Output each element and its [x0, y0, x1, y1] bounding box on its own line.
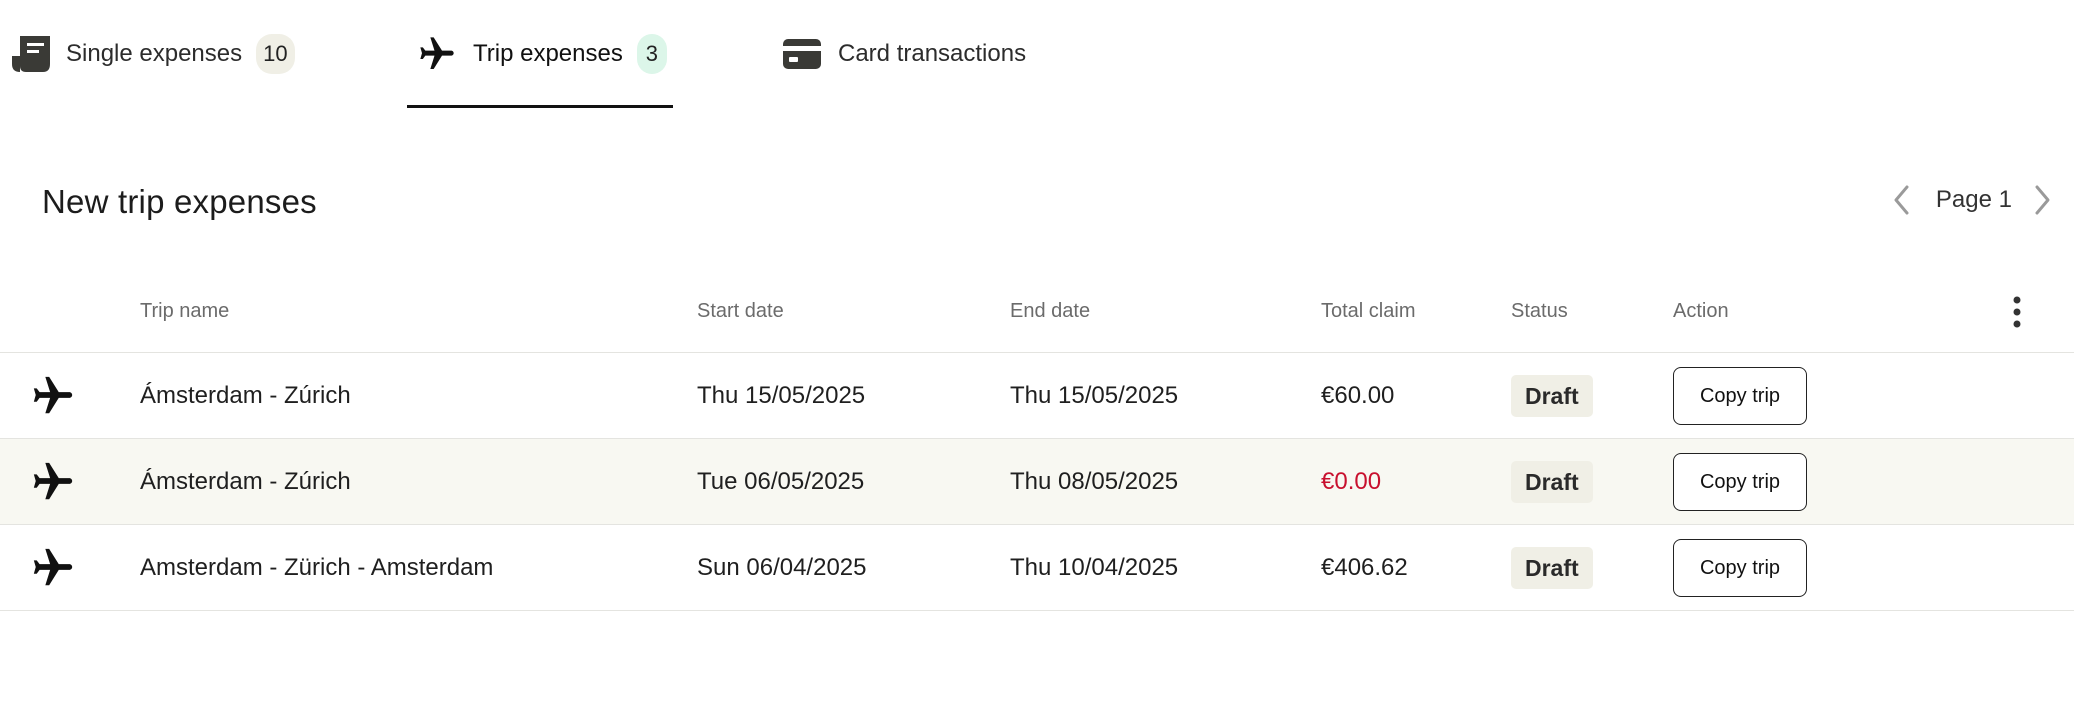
status-badge: Draft	[1511, 547, 1593, 589]
table-row[interactable]: Amsterdam - Zürich - Amsterdam Sun 06/04…	[0, 525, 2074, 611]
action-cell: Copy trip	[1673, 439, 1807, 525]
table-header: Trip name Start date End date Total clai…	[0, 270, 2074, 353]
active-tab-indicator	[407, 105, 673, 108]
tab-single-expenses[interactable]: Single expenses 10	[10, 0, 306, 108]
table-options-button[interactable]	[2000, 270, 2034, 353]
previous-page-button[interactable]	[1884, 178, 1920, 222]
copy-trip-button[interactable]: Copy trip	[1673, 453, 1807, 511]
tab-card-transactions[interactable]: Card transactions	[782, 0, 1042, 108]
column-header-action: Action	[1673, 300, 1729, 322]
receipt-icon	[10, 34, 54, 74]
column-header-trip-name: Trip name	[140, 300, 230, 322]
tab-trip-expenses[interactable]: Trip expenses 3	[407, 0, 673, 108]
total-claim: €0.00	[1321, 468, 1382, 495]
total-claim: €406.62	[1321, 554, 1408, 581]
tab-single-expenses-label: Single expenses	[66, 40, 243, 67]
chevron-left-icon	[1894, 185, 1909, 215]
trip-name: Ámsterdam - Zúrich	[140, 382, 351, 409]
end-date: Thu 08/05/2025	[1010, 468, 1179, 495]
column-header-total-claim: Total claim	[1321, 300, 1416, 322]
chevron-right-icon	[2035, 185, 2050, 215]
airplane-icon	[30, 525, 76, 611]
tab-trip-expenses-label: Trip expenses	[473, 40, 623, 67]
total-claim: €60.00	[1321, 382, 1395, 409]
start-date: Tue 06/05/2025	[697, 468, 865, 495]
status-badge: Draft	[1511, 375, 1593, 417]
status-badge: Draft	[1511, 461, 1593, 503]
trip-expenses-count-badge: 3	[636, 34, 667, 74]
page-indicator: Page 1	[1935, 186, 2012, 213]
action-cell: Copy trip	[1673, 353, 1807, 439]
trip-name: Amsterdam - Zürich - Amsterdam	[140, 554, 494, 581]
status-cell: Draft	[1511, 525, 1593, 611]
airplane-icon	[415, 34, 459, 74]
airplane-icon	[30, 439, 76, 525]
table-row[interactable]: Ámsterdam - Zúrich Thu 15/05/2025 Thu 15…	[0, 353, 2074, 439]
start-date: Sun 06/04/2025	[697, 554, 867, 581]
start-date: Thu 15/05/2025	[697, 382, 866, 409]
table-row[interactable]: Ámsterdam - Zúrich Tue 06/05/2025 Thu 08…	[0, 439, 2074, 525]
column-header-status: Status	[1511, 300, 1568, 322]
column-header-start-date: Start date	[697, 300, 784, 322]
next-page-button[interactable]	[2024, 178, 2060, 222]
airplane-icon	[30, 353, 76, 439]
page-title: New trip expenses	[42, 183, 317, 220]
credit-card-icon	[782, 37, 822, 71]
copy-trip-button[interactable]: Copy trip	[1673, 539, 1807, 597]
status-cell: Draft	[1511, 353, 1593, 439]
column-header-end-date: End date	[1010, 300, 1091, 322]
expense-tabs: Single expenses 10 Trip expenses 3 Card …	[0, 0, 2074, 110]
trip-expenses-table: Trip name Start date End date Total clai…	[0, 270, 2074, 611]
tab-card-transactions-label: Card transactions	[838, 40, 1027, 67]
single-expenses-count-badge: 10	[256, 34, 295, 74]
action-cell: Copy trip	[1673, 525, 1807, 611]
pagination: Page 1	[1884, 178, 2060, 222]
end-date: Thu 10/04/2025	[1010, 554, 1179, 581]
copy-trip-button[interactable]: Copy trip	[1673, 367, 1807, 425]
end-date: Thu 15/05/2025	[1010, 382, 1179, 409]
more-vertical-icon	[2013, 296, 2021, 327]
status-cell: Draft	[1511, 439, 1593, 525]
trip-name: Ámsterdam - Zúrich	[140, 468, 351, 495]
